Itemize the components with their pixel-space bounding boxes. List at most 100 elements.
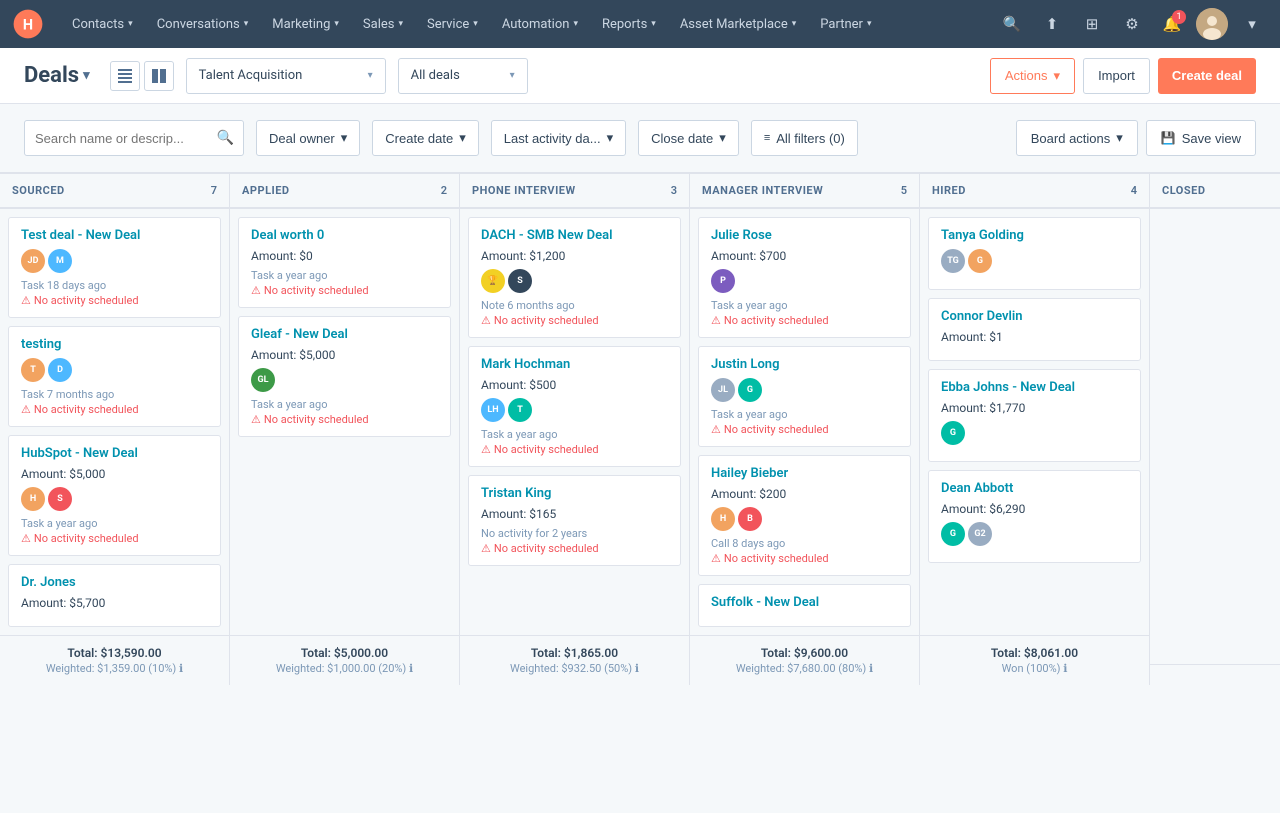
sidebar-item-asset-marketplace[interactable]: Asset Marketplace ▾ bbox=[668, 0, 808, 48]
card-avatars: GL bbox=[251, 368, 438, 392]
user-avatar[interactable] bbox=[1196, 8, 1228, 40]
board-wrap: SOURCED 7 Test deal - New DealJDMTask 18… bbox=[0, 173, 1280, 685]
column-applied: APPLIED 2 Deal worth 0Amount: $0Task a y… bbox=[230, 174, 460, 685]
user-menu-caret[interactable]: ▾ bbox=[1236, 8, 1268, 40]
info-icon[interactable]: ℹ bbox=[1063, 662, 1067, 675]
card-avatars: TGG bbox=[941, 249, 1128, 273]
sidebar-item-sales[interactable]: Sales ▾ bbox=[351, 0, 415, 48]
column-total: Total: $13,590.00 bbox=[12, 646, 217, 660]
filter-caret-icon: ▾ bbox=[719, 130, 726, 146]
card-title[interactable]: Julie Rose bbox=[711, 228, 898, 245]
card-title[interactable]: Tristan King bbox=[481, 486, 668, 503]
card-title[interactable]: HubSpot - New Deal bbox=[21, 446, 208, 463]
deals-dropdown-caret[interactable]: ▾ bbox=[83, 68, 90, 83]
card-avatars: JLG bbox=[711, 378, 898, 402]
search-icon[interactable]: 🔍 bbox=[996, 8, 1028, 40]
card-title[interactable]: Justin Long bbox=[711, 357, 898, 374]
column-name: APPLIED bbox=[242, 184, 290, 197]
card-title[interactable]: Deal worth 0 bbox=[251, 228, 438, 245]
create-deal-button[interactable]: Create deal bbox=[1158, 58, 1256, 94]
close-date-filter[interactable]: Close date ▾ bbox=[638, 120, 739, 156]
card-title[interactable]: Connor Devlin bbox=[941, 309, 1128, 326]
info-icon[interactable]: ℹ bbox=[179, 662, 183, 675]
sidebar-item-contacts[interactable]: Contacts ▾ bbox=[60, 0, 145, 48]
card-title[interactable]: Hailey Bieber bbox=[711, 466, 898, 483]
table-row[interactable]: Tristan KingAmount: $165No activity for … bbox=[468, 475, 681, 566]
avatar: TG bbox=[941, 249, 965, 273]
create-date-filter[interactable]: Create date ▾ bbox=[372, 120, 478, 156]
subheader: Deals ▾ Talent Acquisition ▾ All deals ▾… bbox=[0, 48, 1280, 104]
table-row[interactable]: Connor DevlinAmount: $1 bbox=[928, 298, 1141, 361]
card-avatars: 🏆S bbox=[481, 269, 668, 293]
search-input[interactable] bbox=[24, 120, 244, 156]
actions-button[interactable]: Actions ▾ bbox=[990, 58, 1075, 94]
upgrade-icon[interactable]: ⬆ bbox=[1036, 8, 1068, 40]
hubspot-logo[interactable]: H bbox=[12, 8, 44, 40]
avatar: M bbox=[48, 249, 72, 273]
save-view-button[interactable]: 💾 Save view bbox=[1146, 120, 1256, 156]
table-row[interactable]: Dr. JonesAmount: $5,700 bbox=[8, 564, 221, 627]
table-row[interactable]: Ebba Johns - New DealAmount: $1,770G bbox=[928, 369, 1141, 462]
column-cards-phone-interview: DACH - SMB New DealAmount: $1,200🏆SNote … bbox=[460, 209, 689, 635]
board-view-button[interactable] bbox=[144, 61, 174, 91]
card-title[interactable]: Dean Abbott bbox=[941, 481, 1128, 498]
card-title[interactable]: Dr. Jones bbox=[21, 575, 208, 592]
column-footer-closed bbox=[1150, 664, 1280, 685]
column-count: 3 bbox=[671, 184, 677, 197]
deals-filter-selector[interactable]: All deals ▾ bbox=[398, 58, 528, 94]
column-hired: HIRED 4 Tanya GoldingTGGConnor DevlinAmo… bbox=[920, 174, 1150, 685]
sidebar-item-marketing[interactable]: Marketing ▾ bbox=[260, 0, 351, 48]
sidebar-item-automation[interactable]: Automation ▾ bbox=[490, 0, 590, 48]
list-view-button[interactable] bbox=[110, 61, 140, 91]
info-icon[interactable]: ℹ bbox=[409, 662, 413, 675]
card-title[interactable]: testing bbox=[21, 337, 208, 354]
table-row[interactable]: Test deal - New DealJDMTask 18 days ago⚠… bbox=[8, 217, 221, 318]
filter-caret-icon: ▾ bbox=[607, 130, 614, 146]
table-row[interactable]: Suffolk - New Deal bbox=[698, 584, 911, 627]
all-filters-button[interactable]: ≡ All filters (0) bbox=[751, 120, 858, 156]
info-icon[interactable]: ℹ bbox=[869, 662, 873, 675]
card-amount: Amount: $0 bbox=[251, 249, 438, 263]
import-button[interactable]: Import bbox=[1083, 58, 1150, 94]
sidebar-item-conversations[interactable]: Conversations ▾ bbox=[145, 0, 261, 48]
last-activity-filter[interactable]: Last activity da... ▾ bbox=[491, 120, 626, 156]
deal-owner-filter[interactable]: Deal owner ▾ bbox=[256, 120, 360, 156]
notifications-icon[interactable]: 🔔 1 bbox=[1156, 8, 1188, 40]
card-title[interactable]: DACH - SMB New Deal bbox=[481, 228, 668, 245]
table-row[interactable]: Tanya Golding TGG bbox=[928, 217, 1141, 290]
info-icon[interactable]: ℹ bbox=[635, 662, 639, 675]
board-actions-button[interactable]: Board actions ▾ bbox=[1016, 120, 1138, 156]
card-meta: Task 7 months ago bbox=[21, 388, 208, 401]
settings-icon[interactable]: ⚙ bbox=[1116, 8, 1148, 40]
avatar: G bbox=[941, 522, 965, 546]
card-title[interactable]: Gleaf - New Deal bbox=[251, 327, 438, 344]
sidebar-item-service[interactable]: Service ▾ bbox=[415, 0, 490, 48]
card-title[interactable]: Test deal - New Deal bbox=[21, 228, 208, 245]
card-warning: ⚠ No activity scheduled bbox=[711, 314, 898, 327]
pipeline-selector[interactable]: Talent Acquisition ▾ bbox=[186, 58, 386, 94]
view-toggle bbox=[110, 61, 174, 91]
card-warning: ⚠ No activity scheduled bbox=[251, 284, 438, 297]
table-row[interactable]: Justin LongJLGTask a year ago⚠ No activi… bbox=[698, 346, 911, 447]
card-avatars: GG2 bbox=[941, 522, 1128, 546]
card-warning: ⚠ No activity scheduled bbox=[21, 294, 208, 307]
sidebar-item-partner[interactable]: Partner ▾ bbox=[808, 0, 883, 48]
board-actions-caret-icon: ▾ bbox=[1116, 130, 1123, 146]
table-row[interactable]: Deal worth 0Amount: $0Task a year ago⚠ N… bbox=[238, 217, 451, 308]
table-row[interactable]: DACH - SMB New DealAmount: $1,200🏆SNote … bbox=[468, 217, 681, 338]
marketplace-icon[interactable]: ⊞ bbox=[1076, 8, 1108, 40]
table-row[interactable]: Dean AbbottAmount: $6,290GG2 bbox=[928, 470, 1141, 563]
column-count: 7 bbox=[211, 184, 217, 197]
table-row[interactable]: Hailey BieberAmount: $200HBCall 8 days a… bbox=[698, 455, 911, 576]
table-row[interactable]: testingTDTask 7 months ago⚠ No activity … bbox=[8, 326, 221, 427]
table-row[interactable]: Gleaf - New DealAmount: $5,000GLTask a y… bbox=[238, 316, 451, 437]
card-title[interactable]: Tanya Golding bbox=[941, 228, 1128, 245]
card-title[interactable]: Suffolk - New Deal bbox=[711, 595, 898, 612]
sidebar-item-reports[interactable]: Reports ▾ bbox=[590, 0, 668, 48]
table-row[interactable]: Mark HochmanAmount: $500LHTTask a year a… bbox=[468, 346, 681, 467]
card-meta: No activity for 2 years bbox=[481, 527, 668, 540]
table-row[interactable]: HubSpot - New DealAmount: $5,000HSTask a… bbox=[8, 435, 221, 556]
table-row[interactable]: Julie RoseAmount: $700PTask a year ago⚠ … bbox=[698, 217, 911, 338]
card-title[interactable]: Ebba Johns - New Deal bbox=[941, 380, 1128, 397]
card-title[interactable]: Mark Hochman bbox=[481, 357, 668, 374]
